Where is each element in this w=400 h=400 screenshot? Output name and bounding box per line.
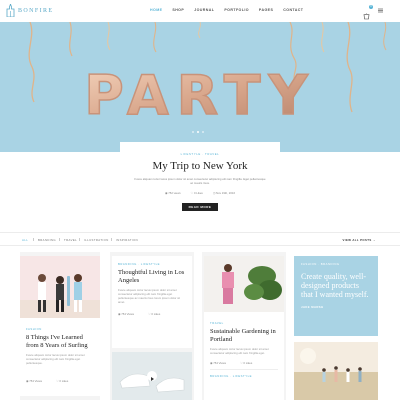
menu-icon[interactable]: [377, 7, 384, 14]
cart-icon: [363, 13, 370, 20]
nav-item-portfolio[interactable]: PORTFOLIO: [219, 8, 254, 12]
post-title[interactable]: 8 Things I've Learned from 8 Years of Su…: [26, 334, 94, 349]
featured-post-title[interactable]: My Trip to New York: [120, 160, 280, 172]
post-card-video[interactable]: [112, 352, 192, 400]
read-more-button[interactable]: READ MORE: [181, 203, 219, 211]
post-card-4[interactable]: [294, 342, 378, 400]
logo-icon: [6, 4, 15, 17]
post-category[interactable]: BRANDING · LIFESTYLE: [118, 262, 186, 266]
header-icons: 0: [363, 5, 384, 20]
brand-name: BONFIRE: [18, 7, 54, 14]
post-category[interactable]: FASHION: [26, 327, 94, 331]
featured-post-category[interactable]: LIFESTYLE · TRAVEL: [120, 152, 280, 156]
quote-text: Create quality, well-designed products t…: [301, 272, 369, 299]
next-post-category[interactable]: BRANDING · LIFESTYLE: [210, 374, 278, 378]
slider-dot[interactable]: [192, 131, 194, 133]
filter-separator: [79, 238, 80, 241]
nav-item-shop[interactable]: SHOP: [167, 8, 189, 12]
field-photo: [294, 342, 378, 400]
cart-count-badge: 0: [369, 5, 373, 9]
site-header: BONFIRE HOME SHOP JOURNAL PORTFOLIO PAGES CON…: [0, 0, 400, 22]
likes-count[interactable]: ♡ 0 Likes: [148, 312, 160, 316]
slider-dot[interactable]: [197, 131, 199, 133]
quote-card[interactable]: FASHION · BRANDING Create quality, well-…: [294, 256, 378, 336]
nav-item-journal[interactable]: JOURNAL: [189, 8, 219, 12]
play-icon: [151, 377, 154, 381]
featured-post-excerpt: Fusce aliquam tortor lacus ipsum dolor s…: [134, 177, 266, 185]
filter-separator: [59, 238, 60, 241]
post-excerpt: Fusce aliquam tortor lacus ipsum dolor s…: [118, 288, 181, 304]
slider-dot[interactable]: [202, 131, 204, 133]
play-button[interactable]: [147, 371, 157, 381]
post-card-1[interactable]: FASHION 8 Things I've Learned from 8 Yea…: [20, 256, 100, 396]
post-date: ◷ Nov 19th, 2016: [212, 191, 236, 195]
balloon-text: PARTY: [84, 64, 316, 127]
post-meta: ◉ 754 Views ♡ 0 Likes: [210, 361, 278, 365]
next-post-preview: BRANDING · LIFESTYLE: [210, 369, 278, 378]
filter-all[interactable]: ALL: [22, 238, 28, 242]
likes-count[interactable]: ♡ 0 Likes: [240, 361, 252, 365]
category-filter-bar: VIEW ALL POSTS → ALL BRANDING TRAVEL ILLUST…: [0, 232, 400, 246]
post-meta: ◉ 754 Views ♡ 0 Likes: [26, 379, 94, 383]
slider-dots: [192, 131, 204, 133]
plant-photo: [204, 256, 284, 312]
likes-count[interactable]: ♡ 0 Likes: [191, 191, 203, 195]
site-logo[interactable]: BONFIRE: [6, 4, 53, 17]
featured-post-meta: ◉ 752 views ♡ 0 Likes ◷ Nov 19th, 2016: [120, 191, 280, 195]
nav-item-pages[interactable]: PAGES: [254, 8, 278, 12]
post-card-2[interactable]: BRANDING · LIFESTYLE Thoughtful Living i…: [112, 256, 192, 348]
post-card-3[interactable]: TRAVEL Sustainable Gardening in Portland…: [204, 256, 284, 400]
filter-illustration[interactable]: ILLUSTRATION: [84, 238, 109, 242]
filter-separator: [33, 238, 34, 241]
nav-item-contact[interactable]: CONTACT: [278, 8, 308, 12]
post-title[interactable]: Thoughtful Living in Los Angeles: [118, 269, 186, 284]
featured-post-card: LIFESTYLE · TRAVEL My Trip to New York F…: [120, 142, 280, 220]
main-nav: HOME SHOP JOURNAL PORTFOLIO PAGES CONTACT: [145, 8, 308, 12]
nav-item-home[interactable]: HOME: [145, 8, 167, 12]
post-category[interactable]: TRAVEL: [210, 321, 278, 325]
filter-separator: [111, 238, 112, 241]
filter-travel[interactable]: TRAVEL: [64, 238, 77, 242]
surfers-photo: [20, 256, 100, 318]
views-count: ◉ 754 Views: [118, 312, 135, 316]
post-meta: ◉ 754 Views ♡ 0 Likes: [118, 312, 186, 316]
likes-count[interactable]: ♡ 0 Likes: [56, 379, 68, 383]
views-count: ◉ 752 views: [164, 191, 181, 195]
post-excerpt: Fusce aliquam tortor lacus ipsum dolor s…: [210, 347, 269, 355]
post-excerpt: Fusce aliquam tortor lacus ipsum dolor s…: [26, 353, 85, 365]
quote-author: JAKE MARSH: [301, 305, 324, 309]
view-all-posts-link[interactable]: VIEW ALL POSTS →: [343, 238, 376, 242]
filter-branding[interactable]: BRANDING: [38, 238, 56, 242]
post-title[interactable]: Sustainable Gardening in Portland: [210, 328, 278, 343]
quote-category[interactable]: FASHION · BRANDING: [301, 262, 371, 266]
filter-inspiration[interactable]: INSPIRATION: [116, 238, 138, 242]
views-count: ◉ 754 Views: [26, 379, 43, 383]
views-count: ◉ 754 Views: [210, 361, 227, 365]
cart-button[interactable]: 0: [363, 5, 373, 20]
